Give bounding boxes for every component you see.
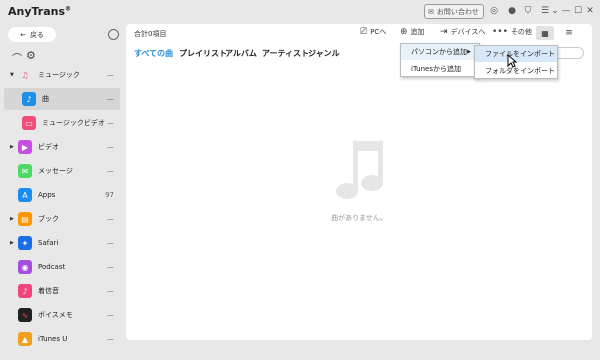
submenu-arrow-icon: ▶	[467, 49, 471, 55]
music-note-placeholder-icon	[336, 141, 383, 199]
video-icon: ▶	[18, 140, 32, 154]
music-video-icon: ▭	[22, 116, 36, 130]
computer-icon: ⎚	[360, 27, 368, 37]
grid-view-icon[interactable]: ▦	[536, 26, 554, 40]
mail-icon: ✉	[428, 7, 434, 16]
refresh-icon[interactable]	[108, 29, 119, 40]
menu-item-add-from-itunes[interactable]: iTunesから追加	[401, 61, 479, 77]
itunes-u-icon: ▲	[18, 332, 32, 346]
mouse-cursor-icon	[507, 54, 517, 68]
close-icon[interactable]: ✕	[584, 5, 596, 17]
sidebar-item-music[interactable]: ▼ ♫ ミュージック —	[4, 64, 120, 86]
contact-button[interactable]: ✉ お問い合わせ	[424, 4, 484, 19]
message-icon: ✉	[18, 164, 32, 178]
to-pc-button[interactable]: ⎚ PCへ	[360, 27, 386, 37]
music-note-icon: ♫	[21, 70, 29, 80]
sidebar-item-safari[interactable]: ▶ ✦ Safari —	[4, 232, 120, 254]
ringtone-icon: ♪	[18, 284, 32, 298]
song-icon: ♪	[22, 92, 36, 106]
sidebar-item-messages[interactable]: ✉ メッセージ —	[4, 160, 120, 182]
more-button[interactable]: ••• その他	[492, 27, 532, 37]
expand-arrow-icon: ▶	[10, 216, 14, 222]
sidebar: ← 戻る ⌒ ⚙ ▼ ♫ ミュージック — ♪ 曲 — ▭ ミュージックビデオ …	[0, 24, 126, 360]
gear-icon[interactable]: ⚙	[26, 49, 36, 62]
podcast-icon: ◉	[18, 260, 32, 274]
tab-albums[interactable]: アルバム	[225, 48, 257, 59]
plus-circle-icon: ⊕	[400, 27, 408, 37]
empty-message: 曲がありません。	[331, 214, 387, 222]
expand-arrow-icon: ▶	[10, 240, 14, 246]
expand-arrow-icon: ▼	[10, 72, 14, 78]
app-title: AnyTrans®	[8, 5, 72, 18]
device-icon: ⇥	[440, 27, 448, 37]
shirt-icon[interactable]: ⛉	[522, 5, 534, 17]
item-total: 合計0項目	[134, 30, 167, 38]
sidebar-item-podcast[interactable]: ◉ Podcast —	[4, 256, 120, 278]
book-icon: ▤	[18, 212, 32, 226]
minimize-icon[interactable]: —	[560, 5, 572, 17]
add-menu: パソコンから追加 ▶ iTunesから追加	[400, 43, 480, 77]
maximize-icon[interactable]: ☐	[572, 5, 584, 17]
back-button[interactable]: ← 戻る	[8, 27, 56, 42]
list-view-icon[interactable]: ≡	[562, 26, 576, 40]
menu-item-add-from-pc[interactable]: パソコンから追加 ▶	[401, 44, 479, 60]
sidebar-item-songs[interactable]: ♪ 曲 —	[4, 88, 120, 110]
support-icon[interactable]: ◎	[488, 5, 500, 17]
sidebar-item-music-video[interactable]: ▭ ミュージックビデオ —	[4, 112, 120, 134]
sidebar-item-itunes-u[interactable]: ▲ iTunes U —	[4, 328, 120, 350]
more-dots-icon: •••	[492, 27, 508, 37]
account-icon[interactable]: ●	[506, 5, 518, 17]
expand-arrow-icon: ▶	[10, 144, 14, 150]
tab-all-songs[interactable]: すべての曲	[134, 48, 173, 59]
sidebar-item-books[interactable]: ▶ ▤ ブック —	[4, 208, 120, 230]
sidebar-item-ringtones[interactable]: ♪ 着信音 —	[4, 280, 120, 302]
add-button[interactable]: ⊕ 追加	[400, 27, 425, 37]
safari-icon: ✦	[18, 236, 32, 250]
title-bar: AnyTrans® ✉ お問い合わせ ◎ ● ⛉ ☰ ⌄ — ☐ ✕	[0, 0, 600, 24]
tab-artists[interactable]: アーティスト	[262, 48, 309, 59]
headphones-icon[interactable]: ⌒	[12, 50, 22, 65]
tab-genres[interactable]: ジャンル	[308, 48, 340, 59]
sidebar-item-apps[interactable]: A Apps 97	[4, 184, 120, 206]
apps-icon: A	[18, 188, 32, 202]
sidebar-item-video[interactable]: ▶ ▶ ビデオ —	[4, 136, 120, 158]
to-device-button[interactable]: ⇥ デバイスへ	[440, 27, 485, 37]
voice-memo-icon: ∿	[18, 308, 32, 322]
arrow-left-icon: ←	[20, 30, 26, 39]
tab-playlists[interactable]: プレイリスト	[179, 48, 227, 59]
sidebar-item-voice-memos[interactable]: ∿ ボイスメモ —	[4, 304, 120, 326]
